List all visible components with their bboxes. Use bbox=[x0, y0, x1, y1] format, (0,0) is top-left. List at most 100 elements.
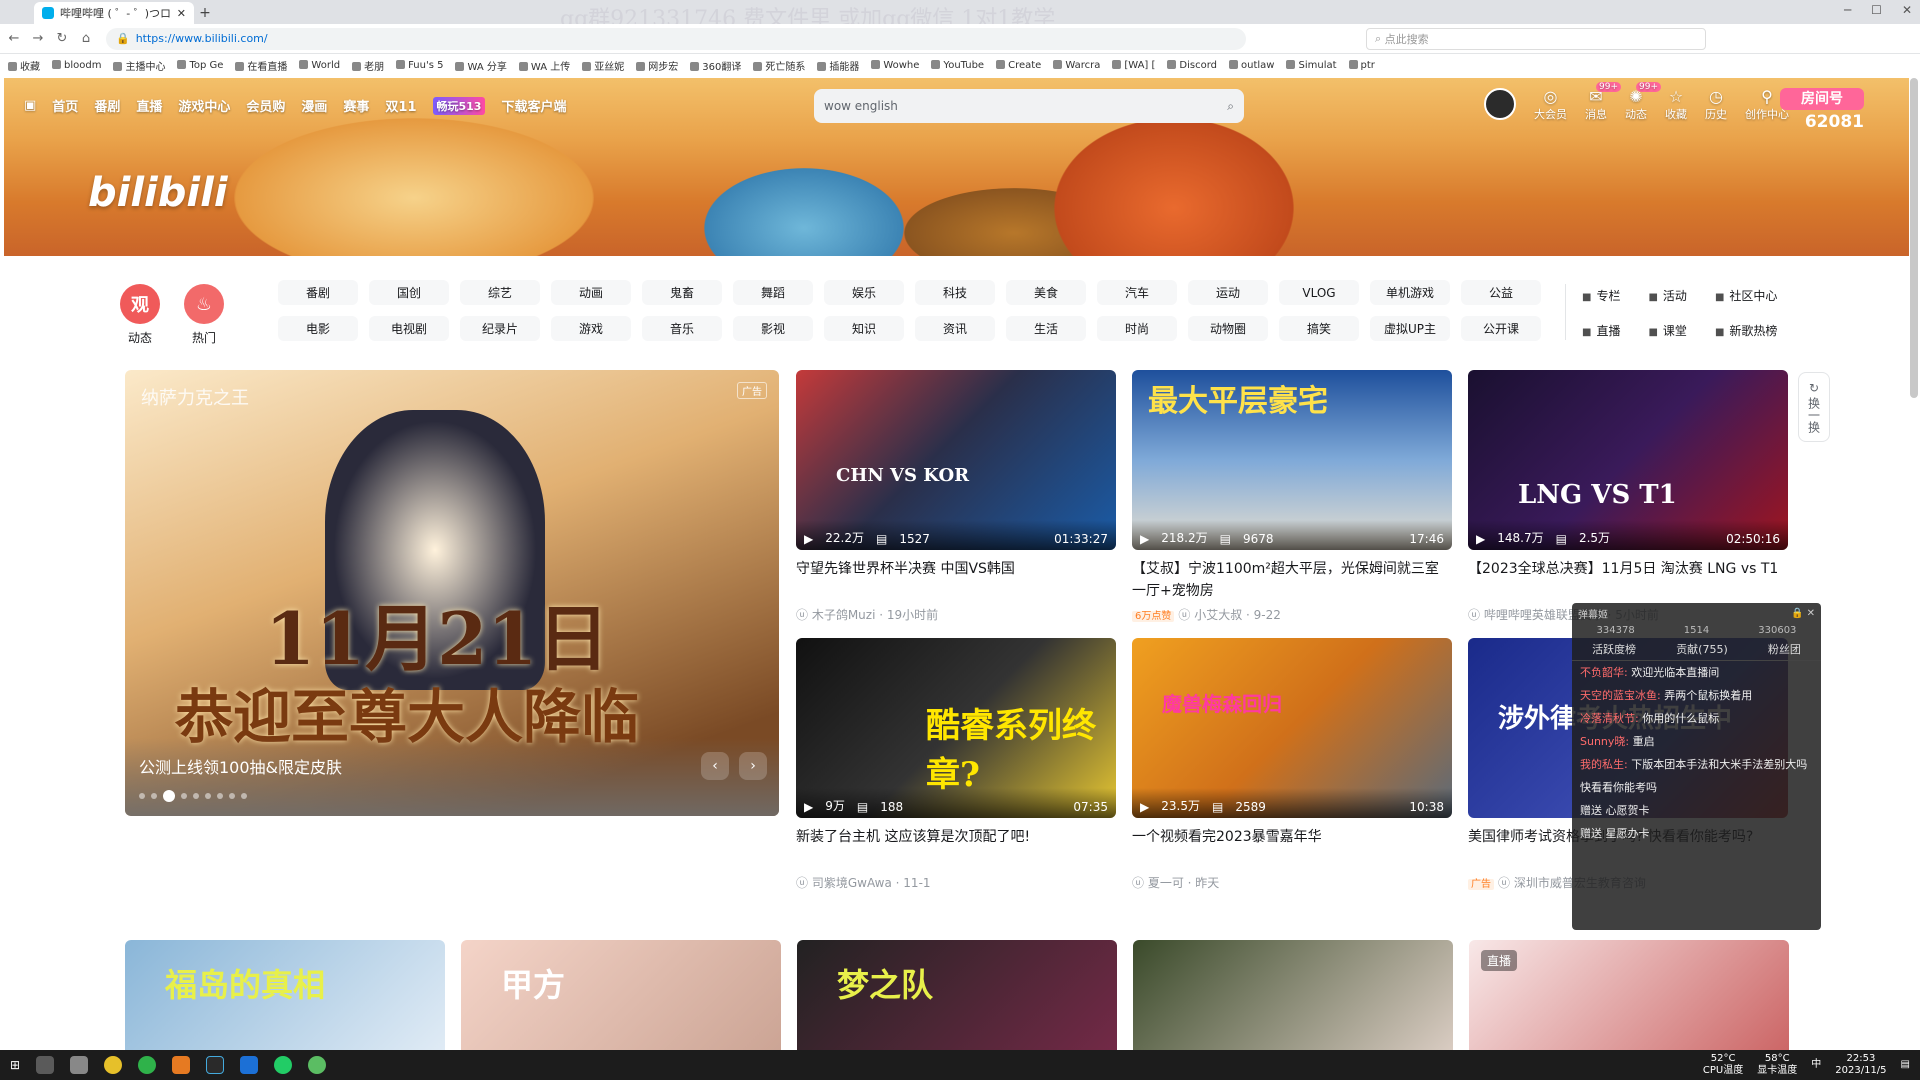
video-title[interactable]: 【2023全球总决赛】11月5日 淘汰赛 LNG vs T1 bbox=[1468, 558, 1788, 602]
category-item[interactable]: 搞笑 bbox=[1279, 316, 1359, 341]
video-card[interactable]: 酷睿系列终章? ▶ 9万 ▤ 188 07:35 新装了台主机 这应该算是次顶配了吧! ⓤ 司… bbox=[796, 638, 1116, 891]
bookmark-item[interactable]: ptr bbox=[1349, 60, 1375, 71]
carousel-caption[interactable]: 公测上线领100抽&限定皮肤 bbox=[139, 754, 342, 778]
page-scrollbar[interactable] bbox=[1910, 78, 1918, 398]
video-thumbnail[interactable]: 酷睿系列终章? ▶ 9万 ▤ 188 07:35 bbox=[796, 638, 1116, 818]
carousel-next-button[interactable]: › bbox=[739, 752, 767, 780]
nav-item[interactable]: 游戏中心 bbox=[178, 96, 230, 115]
bookmark-item[interactable]: 360翻译 bbox=[690, 58, 741, 73]
bookmark-item[interactable]: 插能器 bbox=[817, 58, 859, 73]
carousel-dot[interactable] bbox=[229, 793, 235, 799]
category-item[interactable]: 娱乐 bbox=[824, 280, 904, 305]
wechat-icon[interactable] bbox=[138, 1056, 157, 1074]
app-icon[interactable] bbox=[206, 1056, 225, 1074]
video-thumbnail[interactable]: CHN VS KOR ▶ 22.2万 ▤ 1527 01:33:27 bbox=[796, 370, 1116, 550]
user-menu-dynamic[interactable]: ✺ 动态 99+ bbox=[1625, 82, 1661, 122]
new-tab-button[interactable]: + bbox=[194, 2, 216, 24]
video-thumbnail[interactable]: 魔兽梅森回归 ▶ 23.5万 ▤ 2589 10:38 bbox=[1132, 638, 1452, 818]
danmaku-user[interactable]: Sunny晓: bbox=[1580, 735, 1629, 748]
video-title[interactable]: 守望先锋世界杯半决赛 中国VS韩国 bbox=[796, 558, 1116, 602]
nav-download[interactable]: 下载客户端 bbox=[501, 96, 566, 115]
nav-item[interactable]: 赛事 bbox=[343, 96, 369, 115]
bookmark-item[interactable]: 在看直播 bbox=[235, 58, 287, 73]
bookmark-item[interactable]: 老朋 bbox=[352, 58, 384, 73]
user-menu-vip[interactable]: ◎ 大会员 bbox=[1534, 88, 1567, 122]
bookmark-item[interactable]: World bbox=[299, 60, 340, 71]
user-menu-favorite[interactable]: ☆ 收藏 bbox=[1665, 88, 1687, 122]
bookmark-item[interactable]: WA 分享 bbox=[455, 58, 506, 73]
bookmark-item[interactable]: Create bbox=[996, 60, 1041, 71]
back-icon[interactable]: ← bbox=[4, 31, 24, 46]
search-icon[interactable]: ⌕ bbox=[1227, 99, 1234, 114]
category-item[interactable]: 知识 bbox=[824, 316, 904, 341]
danmaku-tab[interactable]: 粉丝团 bbox=[1768, 641, 1801, 657]
maximize-icon[interactable]: ☐ bbox=[1871, 3, 1882, 17]
bookmark-item[interactable]: 网步宏 bbox=[636, 58, 678, 73]
bookmark-item[interactable]: [WA] [ bbox=[1112, 60, 1155, 71]
ime-indicator[interactable]: 中 bbox=[1811, 1059, 1821, 1071]
main-search-input[interactable]: wow english bbox=[824, 99, 1227, 113]
right-link[interactable]: 新歌热榜 bbox=[1715, 322, 1777, 339]
bookmark-item[interactable]: Warcra bbox=[1053, 60, 1100, 71]
video-author[interactable]: 夏一可 bbox=[1148, 876, 1184, 890]
home-icon[interactable]: ⌂ bbox=[76, 31, 96, 46]
category-item[interactable]: VLOG bbox=[1279, 280, 1359, 305]
app-icon[interactable] bbox=[172, 1056, 191, 1074]
user-menu-message[interactable]: ✉ 消息 99+ bbox=[1585, 82, 1621, 122]
danmaku-tab[interactable]: 活跃度榜 bbox=[1592, 641, 1636, 657]
windows-start-icon[interactable]: ⊞ bbox=[10, 1058, 20, 1072]
video-title[interactable]: 一个视频看完2023暴雪嘉年华 bbox=[1132, 826, 1452, 870]
category-item[interactable]: 舞蹈 bbox=[733, 280, 813, 305]
category-item[interactable]: 游戏 bbox=[551, 316, 631, 341]
bookmark-item[interactable]: Fuu's 5 bbox=[396, 60, 443, 71]
main-search-bar[interactable]: wow english ⌕ bbox=[814, 89, 1244, 123]
channel-dynamic[interactable]: 观动态 bbox=[120, 284, 160, 346]
bookmark-item[interactable]: Simulat bbox=[1286, 60, 1336, 71]
carousel-dot-active[interactable] bbox=[163, 790, 175, 802]
carousel-dot[interactable] bbox=[217, 793, 223, 799]
bookmark-item[interactable]: WA 上传 bbox=[519, 58, 570, 73]
right-link[interactable]: 社区中心 bbox=[1715, 287, 1777, 304]
nav-item[interactable]: 番剧 bbox=[94, 96, 120, 115]
category-item[interactable]: 科技 bbox=[915, 280, 995, 305]
carousel-dot[interactable] bbox=[241, 793, 247, 799]
video-author[interactable]: 司紫境GwAwa bbox=[812, 876, 892, 890]
bilibili-logo[interactable]: bilibili bbox=[88, 170, 228, 216]
refresh-button[interactable]: ↻ 换一换 bbox=[1798, 372, 1830, 442]
danmaku-overlay[interactable]: 弹幕姬 🔒 ✕ 334378 1514 330603 活跃度榜 贡献(755) 粉丝团 … bbox=[1572, 603, 1821, 930]
user-menu-history[interactable]: ◷ 历史 bbox=[1705, 88, 1727, 122]
bookmark-item[interactable]: outlaw bbox=[1229, 60, 1274, 71]
danmaku-user[interactable]: 不负韶华: bbox=[1580, 666, 1628, 679]
lock-icon[interactable]: 🔒 ✕ bbox=[1791, 608, 1815, 619]
category-item[interactable]: 时尚 bbox=[1097, 316, 1177, 341]
video-thumbnail[interactable]: LNG VS T1 ▶ 148.7万 ▤ 2.5万 02:50:16 bbox=[1468, 370, 1788, 550]
app-icon[interactable] bbox=[240, 1056, 259, 1074]
url-field[interactable]: 🔒 https://www.bilibili.com/ bbox=[106, 27, 1246, 50]
close-tab-icon[interactable]: ✕ bbox=[177, 7, 186, 20]
avatar[interactable] bbox=[1484, 88, 1516, 120]
right-link[interactable]: 直播 bbox=[1582, 322, 1620, 339]
category-item[interactable]: 资讯 bbox=[915, 316, 995, 341]
browser-search-field[interactable]: ⌕ 点此搜索 bbox=[1366, 27, 1706, 50]
minimize-icon[interactable]: ─ bbox=[1844, 3, 1851, 17]
brand-badge[interactable]: 房间号 bbox=[1780, 88, 1864, 110]
bookmark-item[interactable]: YouTube bbox=[931, 60, 984, 71]
category-item[interactable]: 影视 bbox=[733, 316, 813, 341]
reload-icon[interactable]: ↻ bbox=[52, 31, 72, 46]
clock[interactable]: 22:53 2023/11/5 bbox=[1835, 1053, 1886, 1077]
mail-icon[interactable] bbox=[70, 1056, 89, 1074]
video-card[interactable]: CHN VS KOR ▶ 22.2万 ▤ 1527 01:33:27 守望先锋世界杯半决赛 … bbox=[796, 370, 1116, 623]
carousel-dot[interactable] bbox=[139, 793, 145, 799]
danmaku-user[interactable]: 冷落清秋节: bbox=[1580, 712, 1639, 725]
browser-tab[interactable]: 哔哩哔哩 ( ゜- ゜)つロ 干杯~-b... ✕ bbox=[34, 2, 194, 24]
carousel-dot[interactable] bbox=[193, 793, 199, 799]
bookmark-item[interactable]: 主播中心 bbox=[113, 58, 165, 73]
category-item[interactable]: 电视剧 bbox=[369, 316, 449, 341]
video-thumbnail[interactable]: 最大平层豪宅 ▶ 218.2万 ▤ 9678 17:46 bbox=[1132, 370, 1452, 550]
category-item[interactable]: 汽车 bbox=[1097, 280, 1177, 305]
carousel-dot[interactable] bbox=[151, 793, 157, 799]
danmaku-user[interactable]: 天空的蓝宝冰鱼: bbox=[1580, 689, 1661, 702]
right-link[interactable]: 专栏 bbox=[1582, 287, 1620, 304]
carousel-prev-button[interactable]: ‹ bbox=[701, 752, 729, 780]
category-item[interactable]: 动物圈 bbox=[1188, 316, 1268, 341]
